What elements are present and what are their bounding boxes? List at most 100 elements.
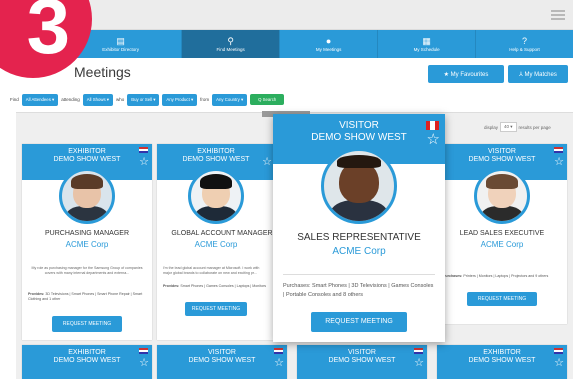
job-title: LEAD SALES EXECUTIVE (459, 230, 545, 237)
attendee-type: EXHIBITOR (483, 349, 521, 356)
nav-my-meetings[interactable]: ● My Meetings (280, 30, 379, 58)
provides-text: Provides: 3D Televisions | Smart Phones … (22, 292, 152, 302)
card-header: VISITOR DEMO SHOW WEST ☆ (157, 345, 287, 379)
attendee-type: EXHIBITOR (197, 148, 235, 155)
provides-list: Printers | Monitors | Laptops | Projecto… (463, 274, 549, 278)
request-meeting-button[interactable]: REQUEST MEETING (467, 292, 537, 306)
company-name: ACME Corp (65, 240, 109, 249)
job-title: SALES REPRESENTATIVE (297, 232, 421, 243)
provides-label: Provides: (163, 284, 180, 288)
nav-label: Help & Support (509, 47, 540, 52)
nav-help-support[interactable]: ? Help & Support (476, 30, 573, 58)
question-icon: ? (522, 36, 528, 46)
nav-label: Exhibitor Directory (102, 47, 139, 52)
attendee-card[interactable]: EXHIBITOR DEMO SHOW WEST ☆ (22, 345, 152, 379)
show-name: DEMO SHOW WEST (53, 156, 121, 163)
attendee-card[interactable]: VISITOR DEMO SHOW WEST ☆ (157, 345, 287, 379)
attendee-card[interactable]: VISITOR DEMO SHOW WEST ☆ (297, 345, 427, 379)
results-per-page-select[interactable]: 40 ▾ (500, 122, 517, 132)
favourite-star-icon[interactable]: ☆ (139, 157, 149, 168)
provides-list: Smart Phones | Games Consoles | Laptops … (180, 284, 267, 288)
card-header: VISITOR DEMO SHOW WEST ☆ (297, 345, 427, 379)
my-favourites-button[interactable]: ★ My Favourites (428, 65, 504, 83)
favourite-star-icon[interactable]: ☆ (427, 132, 440, 147)
company-name: ACME Corp (480, 240, 524, 249)
display-label: display (484, 124, 499, 130)
purchases-label: Purchases: (283, 283, 311, 289)
nav-find-meetings[interactable]: ⚲ Find Meetings (182, 30, 281, 58)
my-matches-button[interactable]: ⅄ My Matches (508, 65, 568, 83)
favourite-star-icon[interactable]: ☆ (554, 358, 564, 369)
favourite-star-icon[interactable]: ☆ (139, 358, 149, 369)
search-button[interactable]: Q Search (250, 94, 285, 105)
calendar-icon: ▦ (422, 36, 431, 46)
search-icon: ⚲ (227, 36, 234, 46)
flag-icon (414, 348, 423, 354)
request-meeting-button[interactable]: REQUEST MEETING (52, 316, 122, 332)
results-per-page: display 40 ▾ results per page (484, 122, 551, 132)
flag-icon (274, 348, 283, 354)
avatar (474, 168, 530, 224)
chat-icon: ● (325, 36, 332, 46)
avatar (188, 168, 244, 224)
show-name: DEMO SHOW WEST (468, 357, 536, 364)
nav-label: My Schedule (413, 47, 440, 52)
attendee-type: VISITOR (339, 120, 379, 131)
attendees-dropdown[interactable]: All Attendees ▾ (21, 93, 59, 106)
hamburger-menu-icon[interactable] (551, 10, 565, 20)
attendee-card[interactable]: EXHIBITOR DEMO SHOW WEST ☆ GLOBAL ACCOUN… (157, 144, 275, 340)
flag-icon (554, 147, 563, 153)
nav-label: My Meetings (315, 47, 342, 52)
provides-list: 3D Televisions | Smart Phones | Smart Ph… (28, 292, 143, 301)
flag-icon (554, 348, 563, 354)
attendee-type: EXHIBITOR (68, 148, 106, 155)
request-meeting-button[interactable]: REQUEST MEETING (185, 302, 247, 316)
show-name: DEMO SHOW WEST (468, 156, 536, 163)
attendee-card[interactable]: EXHIBITOR DEMO SHOW WEST ☆ PURCHASING MA… (22, 144, 152, 340)
attendee-type: EXHIBITOR (68, 349, 106, 356)
provides-text: Purchases: Printers | Monitors | Laptops… (437, 274, 567, 279)
shows-dropdown[interactable]: All Shows ▾ (82, 93, 113, 106)
product-dropdown[interactable]: Any Product ▾ (162, 93, 198, 106)
job-title: PURCHASING MANAGER (44, 230, 129, 237)
avatar (59, 168, 115, 224)
buy-sell-dropdown[interactable]: Buy or Sell ▾ (127, 93, 160, 106)
company-name: ACME Corp (332, 246, 386, 257)
filter-who-label: who (115, 97, 125, 102)
avatar (321, 148, 397, 224)
flag-icon (426, 121, 439, 130)
country-dropdown[interactable]: Any Country ▾ (212, 93, 248, 106)
attendee-type: VISITOR (348, 349, 376, 356)
show-name: DEMO SHOW WEST (311, 132, 407, 143)
provides-text: Provides: Smart Phones | Games Consoles … (157, 284, 275, 289)
flag-icon (139, 348, 148, 354)
bio-text: I'm the lead global account manager at M… (163, 266, 260, 275)
filter-attending-label: attending (61, 97, 80, 102)
request-meeting-button[interactable]: REQUEST MEETING (311, 312, 407, 332)
favourite-star-icon[interactable]: ☆ (414, 358, 424, 369)
nav-label: Find Meetings (216, 47, 245, 52)
favourite-star-icon[interactable]: ☆ (274, 358, 284, 369)
provides-label: Provides: (28, 292, 45, 296)
attendee-card-focused[interactable]: VISITOR DEMO SHOW WEST ☆ SALES REPRESENT… (273, 114, 445, 342)
display-suffix: results per page (518, 124, 551, 130)
attendee-card[interactable]: EXHIBITOR DEMO SHOW WEST ☆ (437, 345, 567, 379)
favourite-star-icon[interactable]: ☆ (554, 157, 564, 168)
attendee-type: VISITOR (208, 349, 236, 356)
company-name: ACME Corp (194, 240, 238, 249)
card-header: EXHIBITOR DEMO SHOW WEST ☆ (437, 345, 567, 379)
provides-label: Purchases: (443, 274, 463, 278)
favourite-star-icon[interactable]: ☆ (262, 157, 272, 168)
nav-my-schedule[interactable]: ▦ My Schedule (378, 30, 477, 58)
card-header: EXHIBITOR DEMO SHOW WEST ☆ (22, 345, 152, 379)
book-icon: ▤ (116, 36, 125, 46)
job-title: GLOBAL ACCOUNT MANAGER (171, 230, 273, 237)
filter-bar: Find All Attendees ▾ attending All Shows… (10, 93, 285, 106)
bio-text: My role as purchasing manager for the Sa… (31, 266, 143, 275)
page-title: Meetings (74, 64, 131, 80)
attendee-card[interactable]: VISITOR DEMO SHOW WEST ☆ LEAD SALES EXEC… (437, 144, 567, 324)
show-name: DEMO SHOW WEST (182, 156, 250, 163)
show-name: DEMO SHOW WEST (328, 357, 396, 364)
attendee-type: VISITOR (488, 148, 516, 155)
show-name: DEMO SHOW WEST (53, 357, 121, 364)
